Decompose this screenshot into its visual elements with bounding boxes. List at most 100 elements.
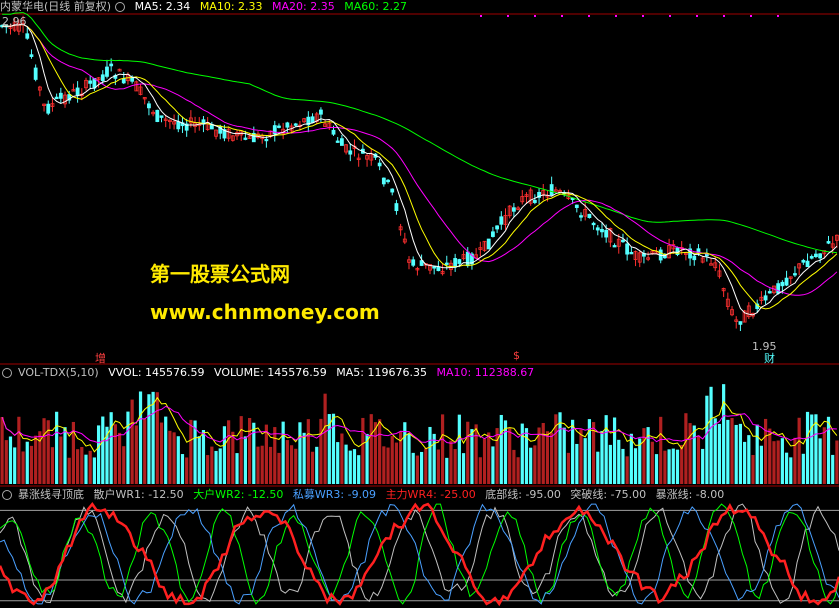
volume-bar	[432, 433, 436, 484]
candle-body	[444, 262, 449, 265]
volume-bar	[596, 451, 600, 484]
volume-bar	[667, 449, 671, 484]
vol-ma5-value: MA5: 119676.35	[336, 366, 427, 379]
volume-bar	[466, 421, 470, 484]
volume-bar	[0, 417, 4, 484]
volume-bar	[306, 419, 310, 484]
volume-bar	[831, 454, 835, 484]
volume-bar	[59, 436, 63, 484]
volume-bar	[709, 386, 713, 484]
volume-bar	[122, 446, 126, 484]
volume-bar	[545, 431, 550, 484]
candle-body	[386, 179, 390, 183]
event-mark-cai[interactable]: 财	[764, 350, 775, 366]
wr2-value: 大户WR2: -12.50	[193, 488, 284, 501]
volume-bar	[541, 422, 545, 484]
volume-bar	[617, 439, 621, 484]
volume-bar	[415, 455, 420, 484]
volume-bar	[117, 432, 122, 484]
candle-body	[432, 266, 437, 269]
volume-bar	[457, 414, 461, 484]
volume-bar	[440, 414, 445, 484]
volume-bar	[289, 445, 294, 484]
volume-bar	[357, 455, 361, 484]
volume-bar	[701, 448, 705, 484]
volume-bar	[663, 450, 667, 484]
candle-body	[587, 213, 592, 218]
volume-bar	[50, 447, 55, 484]
marker-dot	[669, 15, 671, 17]
volume-bar	[336, 442, 340, 484]
event-mark-dollar[interactable]: $	[513, 349, 520, 362]
watermark-url: www.chnmoney.com	[150, 300, 380, 324]
volume-bar	[621, 448, 625, 484]
candle-body	[499, 216, 504, 225]
volume-bar	[512, 449, 516, 484]
volume-bar	[784, 452, 789, 484]
volume-bar	[130, 399, 134, 484]
volume-bar	[260, 445, 264, 484]
volume-bar	[772, 441, 776, 484]
candle-body	[319, 109, 323, 115]
volume-settings-gear-icon[interactable]	[2, 368, 12, 378]
volume-bar	[508, 428, 512, 484]
candle-body	[121, 78, 126, 84]
volume-bar	[126, 411, 130, 484]
volume-bar	[625, 456, 629, 484]
ma10-line	[2, 24, 838, 310]
volume-bar	[419, 451, 424, 484]
volume-bar	[197, 436, 201, 484]
volume-bar	[214, 450, 218, 484]
volume-bar	[797, 417, 801, 484]
volume-bar	[189, 419, 193, 484]
volume-bar	[482, 438, 487, 484]
settings-gear-icon[interactable]	[115, 2, 126, 12]
volume-bar	[608, 444, 612, 484]
candle-body	[339, 138, 344, 146]
candle-body	[390, 188, 395, 193]
volume-bar	[348, 450, 352, 484]
volume-bar	[25, 441, 29, 484]
volume-bar	[315, 446, 319, 484]
wr-indicator-header: 暴涨线寻顶底 散户WR1: -12.50 大户WR2: -12.50 私募WR3…	[0, 488, 730, 502]
candle-body	[109, 63, 114, 67]
candle-body	[793, 273, 797, 276]
candle-body	[776, 283, 781, 294]
volume-bar	[453, 449, 457, 484]
volume-bar	[743, 441, 747, 484]
event-mark-zeng[interactable]: 增	[95, 350, 106, 366]
candle-body	[293, 123, 298, 126]
volume-bar	[268, 446, 273, 484]
volume-bar	[516, 457, 520, 484]
volume-bar	[722, 384, 726, 484]
candle-body	[465, 251, 470, 267]
candle-body	[612, 245, 617, 248]
volume-bar	[768, 428, 772, 484]
volume-bar	[675, 449, 680, 484]
candle-body	[348, 150, 353, 155]
candle-body	[88, 80, 93, 84]
marker-dot	[561, 15, 563, 17]
candle-body	[155, 109, 160, 122]
volume-bar	[34, 435, 38, 484]
volume-bar	[109, 412, 113, 484]
volume-bar	[172, 432, 176, 484]
candle-body	[54, 96, 59, 100]
volume-bar	[273, 427, 277, 484]
volume-bar	[88, 450, 92, 484]
volume-bar	[143, 418, 147, 484]
candle-body	[767, 291, 772, 294]
volume-bar	[474, 424, 478, 484]
wr-settings-gear-icon[interactable]	[2, 490, 12, 500]
volume-bar	[134, 425, 138, 484]
volume-bar	[42, 418, 46, 484]
watermark-title: 第一股票公式网	[150, 262, 290, 286]
volume-bar	[734, 424, 738, 484]
volume-value: VOLUME: 145576.59	[214, 366, 327, 379]
volume-bar	[386, 447, 390, 484]
volume-bar	[583, 438, 587, 484]
candle-body	[692, 255, 697, 261]
volume-bar	[340, 433, 344, 484]
volume-title: VOL-TDX(5,10)	[18, 366, 99, 379]
volume-bar	[80, 446, 84, 484]
